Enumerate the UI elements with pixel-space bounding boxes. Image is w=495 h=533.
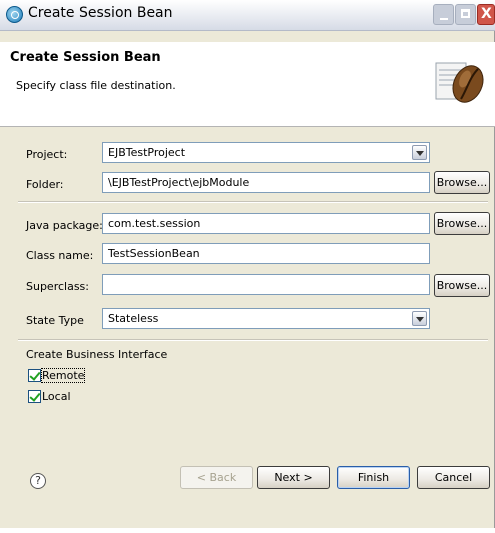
business-interface-label: Create Business Interface (26, 348, 168, 361)
title-bar[interactable]: Create Session Bean (0, 0, 495, 31)
state-type-label: State Type (26, 314, 84, 327)
wizard-header: Create Session Bean Specify class file d… (0, 42, 495, 127)
page-description: Specify class file destination. (16, 79, 176, 92)
local-label[interactable]: Local (42, 390, 71, 403)
minimize-button[interactable] (433, 4, 454, 25)
eclipse-icon (6, 6, 23, 23)
cancel-button[interactable]: Cancel (417, 466, 490, 489)
superclass-label: Superclass: (26, 280, 89, 293)
separator (18, 339, 488, 341)
java-package-value: com.test.session (108, 217, 201, 230)
remote-label[interactable]: Remote (40, 368, 86, 383)
folder-field[interactable]: \EJBTestProject\ejbModule (102, 172, 430, 193)
state-type-value: Stateless (108, 312, 159, 325)
state-type-combo[interactable]: Stateless (102, 308, 430, 329)
project-label: Project: (26, 148, 68, 161)
project-combo[interactable]: EJBTestProject (102, 142, 430, 163)
window-title: Create Session Bean (28, 5, 173, 21)
class-name-field[interactable]: TestSessionBean (102, 243, 430, 264)
next-button[interactable]: Next > (257, 466, 330, 489)
folder-label: Folder: (26, 178, 64, 191)
local-checkbox[interactable] (28, 390, 41, 403)
folder-browse-button[interactable]: Browse... (434, 171, 490, 194)
package-browse-button[interactable]: Browse... (434, 212, 490, 235)
page-title: Create Session Bean (10, 50, 161, 65)
close-button[interactable] (477, 4, 495, 25)
superclass-browse-button[interactable]: Browse... (434, 274, 490, 297)
class-name-label: Class name: (26, 249, 94, 262)
project-value: EJBTestProject (108, 146, 186, 159)
coffee-bean-icon (435, 62, 484, 103)
chevron-down-icon[interactable] (412, 145, 427, 160)
java-package-field[interactable]: com.test.session (102, 213, 430, 234)
separator (18, 201, 488, 203)
java-package-label: Java package: (26, 219, 103, 232)
chevron-down-icon[interactable] (412, 311, 427, 326)
remote-checkbox[interactable] (28, 369, 41, 382)
dialog-window: Create Session Bean Create Session Bean … (0, 0, 495, 528)
help-icon[interactable]: ? (30, 473, 46, 489)
finish-button[interactable]: Finish (337, 466, 410, 489)
maximize-button[interactable] (455, 4, 476, 25)
folder-value: \EJBTestProject\ejbModule (108, 176, 250, 189)
class-name-value: TestSessionBean (108, 247, 200, 260)
back-button[interactable]: < Back (180, 466, 253, 489)
superclass-field[interactable] (102, 274, 430, 295)
